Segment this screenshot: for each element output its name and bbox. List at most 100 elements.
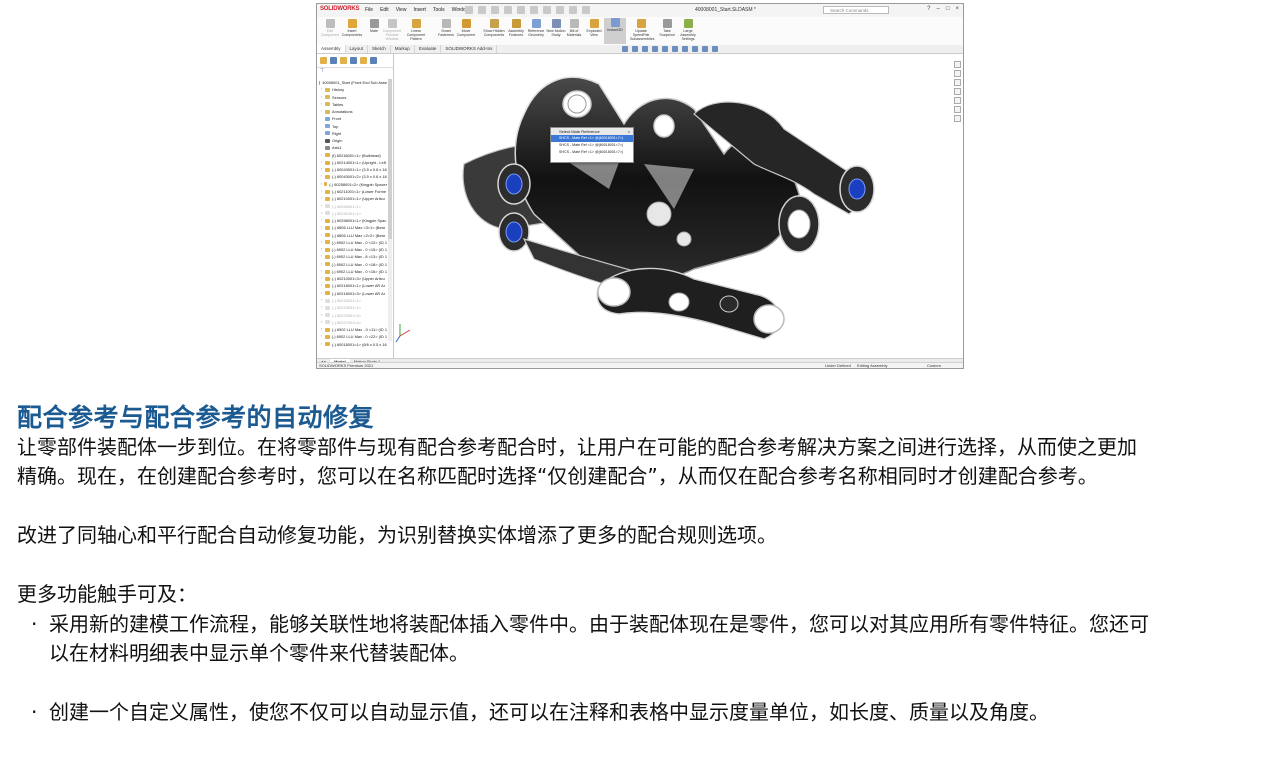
view-settings-icon[interactable] <box>712 46 718 52</box>
tree-node[interactable]: › (-) 60214001<1> (Upright - Left <box>317 159 387 166</box>
home-icon[interactable] <box>465 6 473 14</box>
tree-node[interactable]: › (-) 60231001<1> <box>317 210 387 217</box>
ribbon-button[interactable]: Edit Component <box>319 19 341 37</box>
mate-reference-option[interactable]: SHCS - Mate Ref <1> @(60018001<7>) <box>551 142 633 149</box>
tab-sketch[interactable]: Sketch <box>368 45 391 53</box>
tab-assembly[interactable]: Assembly <box>317 45 346 53</box>
menu-file[interactable]: File <box>365 7 373 13</box>
filter-icon[interactable]: ⊤ <box>317 68 393 76</box>
tree-node[interactable]: › (-) 60258001<2> (Kingpin Spacer <box>317 181 387 188</box>
tree-node[interactable]: › (-) 60218001<3> (Lower AR Ar <box>317 290 387 297</box>
ribbon-button[interactable]: Update SpeedPak Subassemblies <box>630 19 654 41</box>
select-icon[interactable] <box>543 6 551 14</box>
tree-node[interactable]: › Sensors <box>317 94 387 101</box>
tree-node[interactable]: › (-) 60210001<3> (Upper Articu <box>317 275 387 282</box>
zoom-area-icon[interactable] <box>632 46 638 52</box>
ribbon-button[interactable]: Reference Geometry <box>525 19 547 37</box>
ribbon-button[interactable]: Assembly Features <box>505 19 527 37</box>
tree-node[interactable]: Axis1 <box>317 144 387 151</box>
popup-close-icon[interactable]: × <box>628 128 630 135</box>
menu-view[interactable]: View <box>396 7 407 13</box>
tab-solidworks-add-ins[interactable]: SOLIDWORKS Add-Ins <box>441 45 498 53</box>
tree-node[interactable]: › (-) 60211001<1> (Lower Forme <box>317 188 387 195</box>
appearances-tab-icon[interactable] <box>370 57 377 64</box>
ribbon-button[interactable]: Instant3D <box>604 18 626 44</box>
open-icon[interactable] <box>491 6 499 14</box>
appearances-scenes-icon[interactable] <box>954 97 961 104</box>
tab-markup[interactable]: Markup <box>391 45 415 53</box>
options-icon[interactable] <box>582 6 590 14</box>
section-view-icon[interactable] <box>652 46 658 52</box>
ribbon-button[interactable]: Take Snapshot <box>656 19 678 37</box>
zoom-to-fit-icon[interactable] <box>622 46 628 52</box>
tab-layout[interactable]: Layout <box>346 45 369 53</box>
tab-evaluate[interactable]: Evaluate <box>415 45 442 53</box>
tree-node[interactable]: › (-) 60215001<1> <box>317 297 387 304</box>
tree-node[interactable]: 40008001_Start (Front End Sub Asse <box>317 79 387 86</box>
configuration-manager-tab-icon[interactable] <box>340 57 347 64</box>
graphics-viewport[interactable] <box>394 54 952 358</box>
tree-node[interactable]: › (-) 6902 LLU Max - 0 <12> (ID 1 <box>317 239 387 246</box>
menu-tools[interactable]: Tools <box>433 7 445 13</box>
search-commands-input[interactable]: Search Commands <box>823 6 889 14</box>
property-manager-tab-icon[interactable] <box>330 57 337 64</box>
hide-show-icon[interactable] <box>682 46 688 52</box>
save-icon[interactable] <box>504 6 512 14</box>
design-library-icon[interactable] <box>954 70 961 77</box>
tree-node[interactable]: › (-) 6806 LLU Max <2>2> (Bear <box>317 232 387 239</box>
view-orientation-icon[interactable] <box>662 46 668 52</box>
tree-node[interactable]: › (-) 6902 LLU Max - 0 <22> (ID 1 <box>317 333 387 340</box>
tree-node[interactable]: › (-) 6902 LLU Max - 0 <11> (ID 1 <box>317 326 387 333</box>
file-explorer-icon[interactable] <box>954 79 961 86</box>
tree-node[interactable]: › (f) 60218001<1> (Bulkhead) <box>317 152 387 159</box>
tree-scrollbar[interactable] <box>388 79 392 341</box>
tree-node[interactable]: › (-) 6806 LLU Max <3>1> (Bear <box>317 224 387 231</box>
close-icon[interactable]: × <box>955 6 959 12</box>
appearance-icon[interactable] <box>692 46 698 52</box>
ribbon-button[interactable]: Smart Fasteners <box>435 19 457 37</box>
tree-node[interactable]: › (-) 60258001<1> (Kingpin Spac <box>317 217 387 224</box>
ribbon-button[interactable]: Move Component <box>455 19 477 37</box>
feature-manager-tab-icon[interactable] <box>320 57 327 64</box>
menu-insert[interactable]: Insert <box>413 7 426 13</box>
mate-reference-option[interactable]: SHCS - Mate Ref <1> @(60018001<7>) <box>551 135 633 142</box>
restore-icon[interactable]: □ <box>946 6 950 12</box>
ribbon-button[interactable]: Linear Component Pattern <box>405 19 427 41</box>
tree-node[interactable]: Right <box>317 130 387 137</box>
tree-node[interactable]: Top <box>317 123 387 130</box>
tree-node[interactable]: › (-) 60219001<1> <box>317 304 387 311</box>
tree-node[interactable]: Front <box>317 115 387 122</box>
tree-node[interactable]: › (-) 60046001<1> <box>317 203 387 210</box>
display-manager-tab-icon[interactable] <box>360 57 367 64</box>
solidworks-resources-icon[interactable] <box>954 61 961 68</box>
ribbon-button[interactable]: Bill of Materials <box>563 19 585 37</box>
undo-icon[interactable] <box>530 6 538 14</box>
tree-node[interactable]: › Tables <box>317 101 387 108</box>
mate-reference-option[interactable]: SHCS - Mate Ref <1> @(60018001<7>) <box>551 149 633 156</box>
custom-properties-icon[interactable] <box>954 106 961 113</box>
help-icon[interactable]: ? <box>927 6 930 12</box>
tree-node[interactable]: › (-) 60043001<1> (3.5 x 0.6 x 18 <box>317 166 387 173</box>
tree-node[interactable]: › (-) 60223001<3> <box>317 312 387 319</box>
ribbon-button[interactable]: Insert Components <box>341 19 363 37</box>
tree-node[interactable]: Origin <box>317 137 387 144</box>
ribbon-button[interactable]: Show Hidden Components <box>483 19 505 37</box>
tree-node[interactable]: › (-) 60018001<1> (6/6 x 0.5 x 16 <box>317 341 387 348</box>
previous-view-icon[interactable] <box>642 46 648 52</box>
tree-node[interactable]: › (-) 60218001<1> (Lower AR Ar <box>317 282 387 289</box>
tree-scroll-thumb[interactable] <box>388 79 392 239</box>
tree-node[interactable]: › (-) 60043001<2> (3.5 x 0.6 x 18 <box>317 173 387 180</box>
tree-node[interactable]: › (-) 6902 LLU Max - 8 <13> (ID 1 <box>317 253 387 260</box>
rebuild-icon[interactable] <box>556 6 564 14</box>
ribbon-button[interactable]: Exploded View <box>583 19 605 37</box>
solidworks-forum-icon[interactable] <box>954 115 961 122</box>
status-units[interactable]: Custom <box>927 363 941 368</box>
dimxpert-tab-icon[interactable] <box>350 57 357 64</box>
new-document-icon[interactable] <box>478 6 486 14</box>
display-style-icon[interactable] <box>672 46 678 52</box>
scene-icon[interactable] <box>702 46 708 52</box>
print-icon[interactable] <box>517 6 525 14</box>
view-palette-icon[interactable] <box>954 88 961 95</box>
tree-node[interactable]: › (-) 60210001<1> (Upper Articu <box>317 195 387 202</box>
tree-node[interactable]: › Annotations <box>317 108 387 115</box>
